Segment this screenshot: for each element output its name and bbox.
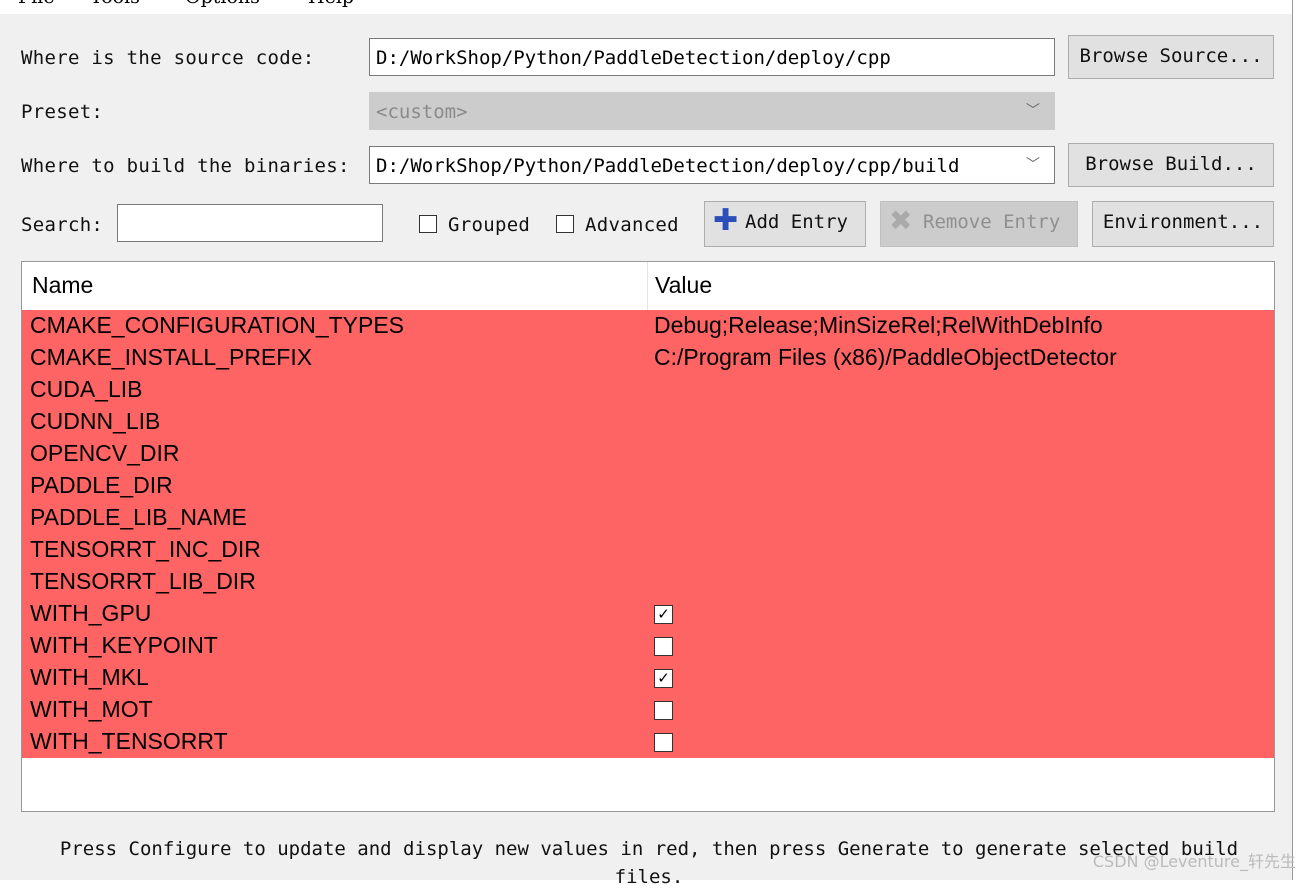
remove-entry-button[interactable]: ✖ Remove Entry [880, 201, 1078, 247]
table-row[interactable]: WITH_MOT [22, 694, 1274, 726]
menu-options[interactable]: Options [185, 0, 260, 8]
add-entry-button[interactable]: ✚ Add Entry [704, 201, 866, 247]
column-divider[interactable] [647, 262, 648, 310]
value-checkbox[interactable] [654, 701, 673, 720]
source-input[interactable]: D:/WorkShop/Python/PaddleDetection/deplo… [369, 38, 1055, 76]
search-input[interactable] [117, 204, 383, 242]
chevron-down-icon: ﹀ [1026, 103, 1040, 119]
menu-file[interactable]: File [18, 0, 55, 8]
table-row[interactable]: PADDLE_DIR [22, 470, 1274, 502]
row-name: WITH_GPU [30, 600, 152, 626]
value-checkbox[interactable] [654, 637, 673, 656]
row-name: PADDLE_LIB_NAME [30, 504, 247, 530]
add-entry-label: Add Entry [745, 211, 848, 233]
table-header: Name Value [22, 262, 1274, 310]
row-name: TENSORRT_LIB_DIR [30, 568, 256, 594]
remove-entry-label: Remove Entry [923, 211, 1061, 233]
row-name: WITH_TENSORRT [30, 728, 228, 754]
table-row[interactable]: CUDA_LIB [22, 374, 1274, 406]
table-row[interactable]: TENSORRT_INC_DIR [22, 534, 1274, 566]
menu-tools[interactable]: Tools [90, 0, 140, 8]
row-name: CMAKE_CONFIGURATION_TYPES [30, 312, 405, 338]
grouped-checkbox[interactable] [419, 215, 437, 233]
menu-help[interactable]: Help [308, 0, 354, 8]
row-name: WITH_MKL [30, 664, 149, 690]
advanced-label: Advanced [585, 214, 679, 236]
value-checkbox[interactable]: ✓ [654, 605, 673, 624]
row-value[interactable]: Debug;Release;MinSizeRel;RelWithDebInfo [654, 312, 1103, 339]
browse-build-button[interactable]: Browse Build... [1068, 143, 1274, 187]
table-row[interactable]: WITH_GPU ✓ [22, 598, 1274, 630]
build-label: Where to build the binaries: [21, 155, 350, 177]
header-name[interactable]: Name [32, 272, 93, 299]
row-name: OPENCV_DIR [30, 440, 180, 466]
row-name: PADDLE_DIR [30, 472, 173, 498]
advanced-checkbox[interactable] [556, 215, 574, 233]
grouped-label: Grouped [448, 214, 531, 236]
watermark: CSDN @Leventure_轩先生 [1092, 852, 1296, 871]
preset-select[interactable]: <custom> ﹀ [369, 92, 1055, 130]
header-value[interactable]: Value [655, 272, 712, 299]
menu-bar: File Tools Options Help [0, 0, 1292, 14]
build-combobox[interactable]: D:/WorkShop/Python/PaddleDetection/deplo… [369, 146, 1055, 184]
value-checkbox[interactable] [654, 733, 673, 752]
source-label: Where is the source code: [21, 47, 315, 69]
table-row[interactable]: CMAKE_INSTALL_PREFIX C:/Program Files (x8… [22, 342, 1274, 374]
preset-value: <custom> [376, 101, 468, 123]
table-row[interactable]: OPENCV_DIR [22, 438, 1274, 470]
table-row[interactable]: CMAKE_CONFIGURATION_TYPES Debug;Release;M… [22, 310, 1274, 342]
remove-x-icon: ✖ [889, 204, 913, 237]
plus-icon: ✚ [713, 203, 739, 238]
table-row[interactable]: WITH_TENSORRT [22, 726, 1274, 758]
value-checkbox[interactable]: ✓ [654, 669, 673, 688]
search-label: Search: [21, 214, 104, 236]
table-row[interactable]: TENSORRT_LIB_DIR [22, 566, 1274, 598]
table-row[interactable]: PADDLE_LIB_NAME [22, 502, 1274, 534]
background-app [1293, 0, 1312, 880]
row-name: WITH_KEYPOINT [30, 632, 218, 658]
table-row[interactable]: WITH_KEYPOINT [22, 630, 1274, 662]
preset-label: Preset: [21, 101, 104, 123]
row-name: CUDNN_LIB [30, 408, 161, 434]
table-row[interactable]: CUDNN_LIB [22, 406, 1274, 438]
row-name: TENSORRT_INC_DIR [30, 536, 261, 562]
cache-table: Name Value CMAKE_CONFIGURATION_TYPES Debu… [21, 261, 1275, 812]
table-row[interactable]: WITH_MKL ✓ [22, 662, 1274, 694]
browse-source-button[interactable]: Browse Source... [1068, 35, 1274, 79]
row-name: CUDA_LIB [30, 376, 143, 402]
build-value: D:/WorkShop/Python/PaddleDetection/deplo… [376, 155, 960, 177]
row-name: WITH_MOT [30, 696, 153, 722]
status-message: Press Configure to update and display ne… [59, 838, 1239, 888]
row-name: CMAKE_INSTALL_PREFIX [30, 344, 313, 370]
row-value[interactable]: C:/Program Files (x86)/PaddleObjectDetec… [654, 344, 1117, 371]
chevron-down-icon: ﹀ [1026, 157, 1040, 173]
environment-button[interactable]: Environment... [1092, 201, 1274, 247]
